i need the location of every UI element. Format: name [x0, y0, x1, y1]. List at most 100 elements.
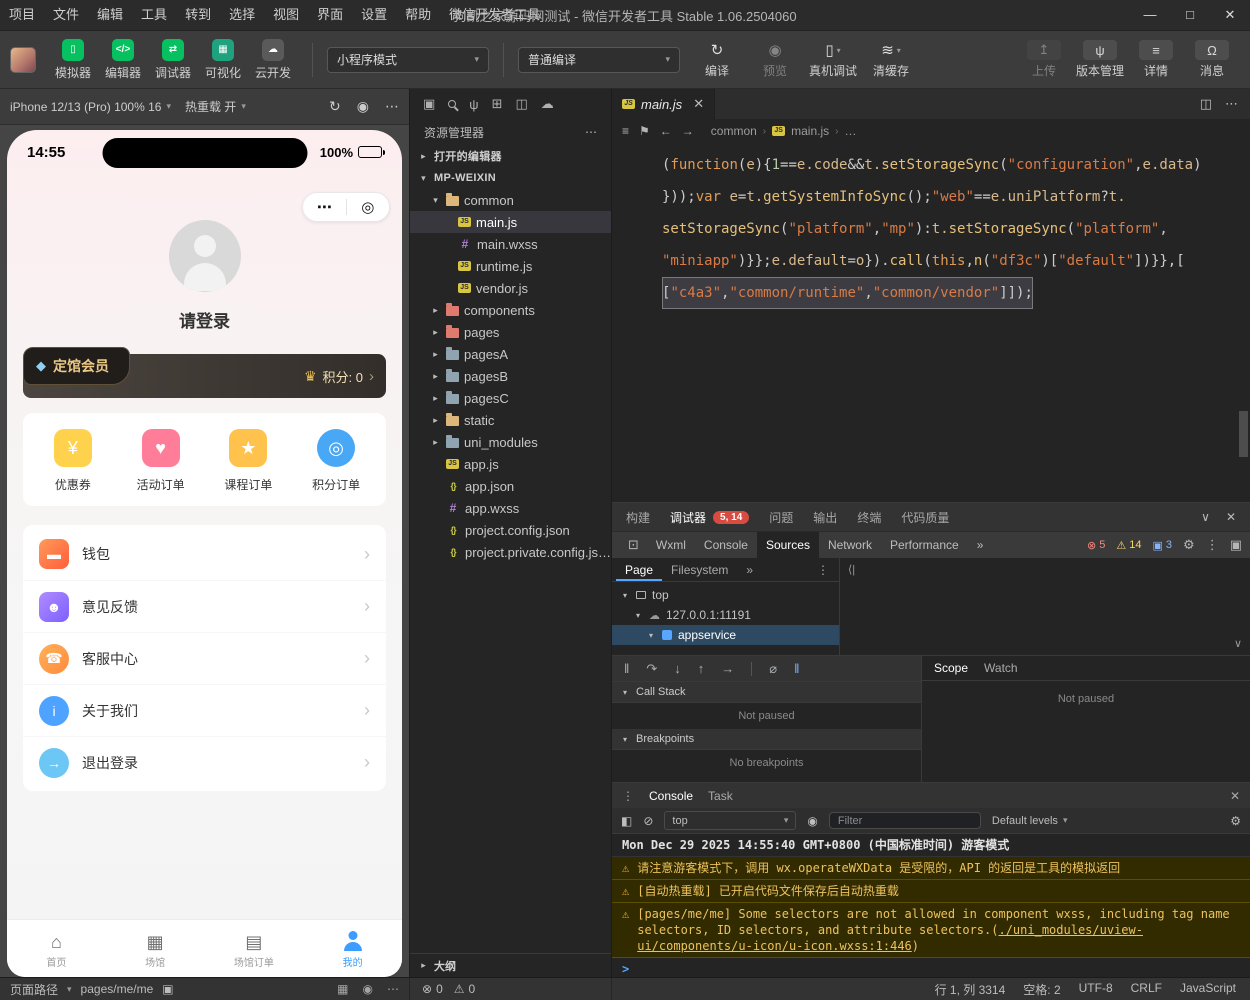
menu-item-界面[interactable]: 界面	[308, 0, 352, 30]
status-item[interactable]: CRLF	[1131, 981, 1162, 998]
problems-status[interactable]: ⊗ 0 ⚠ 0	[410, 978, 612, 1000]
extensions-icon[interactable]: ⊞	[492, 96, 503, 112]
file-app.json[interactable]: {}app.json	[410, 475, 611, 497]
step-into-icon[interactable]: ↓	[674, 661, 681, 676]
capsule-more-button[interactable]: ⋯	[303, 198, 346, 216]
menu-item-about-us[interactable]: i关于我们›	[23, 684, 386, 736]
source-control-icon[interactable]: ψ	[469, 97, 478, 112]
tab-item-venue-orders[interactable]: ▤场馆订单	[205, 929, 304, 969]
console-sidebar-icon[interactable]: ◧	[621, 814, 632, 828]
module-cloud-dev[interactable]: ☁云开发	[248, 39, 298, 81]
page-path-label[interactable]: 页面路径	[10, 981, 58, 998]
navigator-tab-Filesystem[interactable]: Filesystem	[662, 558, 737, 581]
console-prompt[interactable]: >	[612, 958, 1250, 977]
console-filter-input[interactable]	[829, 812, 981, 829]
clear-console-icon[interactable]: ⊘	[643, 814, 653, 828]
folder-common[interactable]: ▾common	[410, 189, 611, 211]
grid-item-course-orders[interactable]: ★课程订单	[205, 429, 293, 493]
eye-icon[interactable]: ◉	[363, 982, 373, 996]
copy-icon[interactable]: ▣	[162, 982, 173, 996]
files-icon[interactable]: ▣	[423, 96, 435, 112]
points-display[interactable]: ♛ 积分: 0 ›	[304, 367, 374, 386]
menu-item-选择[interactable]: 选择	[220, 0, 264, 30]
tab-item-mine[interactable]: 我的	[303, 929, 402, 969]
code-editor[interactable]: (function(e){1==e.code&&t.setStorageSync…	[612, 143, 1250, 502]
frame-top[interactable]: ▾top	[612, 585, 839, 605]
section-MP-WEIXIN[interactable]: ▾MP-WEIXIN	[410, 167, 611, 189]
login-prompt[interactable]: 请登录	[179, 307, 230, 332]
settings-icon[interactable]: ⚙	[1183, 537, 1195, 553]
panel-tab-代码质量[interactable]: 代码质量	[901, 509, 949, 526]
panel-tab-构建[interactable]: 构建	[626, 509, 650, 526]
status-item[interactable]: 行 1, 列 3314	[935, 981, 1006, 998]
call-stack-header[interactable]: ▾ Call Stack	[612, 682, 921, 703]
menu-item-设置[interactable]: 设置	[352, 0, 396, 30]
menu-item-工具[interactable]: 工具	[132, 0, 176, 30]
module-debug[interactable]: ⇄调试器	[148, 39, 198, 81]
err-count-badge[interactable]: ⊗5	[1087, 539, 1105, 552]
console-settings-icon[interactable]: ⚙	[1230, 814, 1241, 828]
frame-127.0.0.1:11191[interactable]: ▾☁127.0.0.1:11191	[612, 605, 839, 625]
more-icon[interactable]: ⋯	[387, 982, 399, 996]
forward-icon[interactable]: →	[682, 124, 694, 138]
compile-button[interactable]: ↻编译	[688, 40, 746, 79]
frame-appservice[interactable]: ▾appservice	[612, 625, 839, 645]
folder-uni_modules[interactable]: ▸uni_modules	[410, 431, 611, 453]
section-打开的编辑器[interactable]: ▸打开的编辑器	[410, 145, 611, 167]
menu-item-视图[interactable]: 视图	[264, 0, 308, 30]
back-icon[interactable]: ←	[660, 124, 672, 138]
split-icon[interactable]: ◫	[515, 96, 527, 112]
menu-item-wallet[interactable]: ▬钱包›	[23, 528, 386, 580]
more-icon[interactable]: ⋯	[385, 98, 399, 115]
panel-icon[interactable]: ▦	[337, 982, 348, 996]
more-icon[interactable]: ⋮	[1206, 537, 1219, 553]
folder-pagesB[interactable]: ▸pagesB	[410, 365, 611, 387]
close-console-icon[interactable]: ✕	[1230, 789, 1240, 803]
minimize-button[interactable]: —	[1130, 0, 1170, 30]
menu-item-feedback[interactable]: ☻意见反馈›	[23, 580, 386, 632]
user-avatar[interactable]	[10, 47, 36, 73]
more-icon[interactable]: ⋯	[585, 125, 597, 139]
frame-context-dropdown[interactable]: top ▾	[664, 811, 796, 830]
devtools-tab-Sources[interactable]: Sources	[757, 532, 819, 558]
file-project.private.config.js…[interactable]: {}project.private.config.js…	[410, 541, 611, 563]
file-runtime.js[interactable]: JSruntime.js	[410, 255, 611, 277]
menu-item-support-center[interactable]: ☎客服中心›	[23, 632, 386, 684]
info-count-badge[interactable]: ▣3	[1153, 539, 1173, 552]
navigator-tab-»[interactable]: »	[737, 558, 762, 581]
file-vendor.js[interactable]: JSvendor.js	[410, 277, 611, 299]
devtools-tab-Network[interactable]: Network	[819, 532, 881, 558]
panel-tab-终端[interactable]: 终端	[857, 509, 881, 526]
version-control-button[interactable]: ψ版本管理	[1072, 40, 1128, 79]
close-button[interactable]: ✕	[1210, 0, 1250, 30]
breadcrumb-segment[interactable]: main.js	[791, 124, 829, 138]
outline-section[interactable]: ▸ 大纲	[410, 953, 611, 977]
menu-item-转到[interactable]: 转到	[176, 0, 220, 30]
status-item[interactable]: 空格: 2	[1023, 981, 1060, 998]
details-button[interactable]: ≡详情	[1128, 40, 1184, 79]
hot-reload-dropdown[interactable]: 热重载 开 ▾	[185, 98, 246, 115]
breadcrumb-segment[interactable]: common	[711, 124, 757, 138]
messages-button[interactable]: Ω消息	[1184, 40, 1240, 79]
menu-item-帮助[interactable]: 帮助	[396, 0, 440, 30]
folder-pagesC[interactable]: ▸pagesC	[410, 387, 611, 409]
module-editor[interactable]: </>编辑器	[98, 39, 148, 81]
close-tab-icon[interactable]: ✕	[693, 96, 704, 112]
file-project.config.json[interactable]: {}project.config.json	[410, 519, 611, 541]
clear-cache-button[interactable]: ≋▾清缓存	[862, 40, 920, 79]
navigator-tab-Page[interactable]: Page	[616, 558, 662, 581]
menu-item-项目[interactable]: 项目	[0, 0, 44, 30]
status-item[interactable]: JavaScript	[1180, 981, 1236, 998]
dock-icon[interactable]: ▣	[1230, 537, 1242, 553]
more-icon[interactable]: ⋯	[1225, 96, 1238, 112]
step-over-icon[interactable]: ↷	[646, 661, 657, 677]
inspect-element-icon[interactable]: ⊡	[620, 532, 647, 558]
login-section[interactable]: 请登录	[7, 220, 402, 332]
breakpoints-header[interactable]: ▾ Breakpoints	[612, 729, 921, 750]
folder-components[interactable]: ▸components	[410, 299, 611, 321]
user-avatar-placeholder[interactable]	[169, 220, 241, 292]
maximize-button[interactable]: □	[1170, 0, 1210, 30]
file-app.js[interactable]: JSapp.js	[410, 453, 611, 475]
preview-button[interactable]: ◉预览	[746, 40, 804, 79]
panel-tab-输出[interactable]: 输出	[813, 509, 837, 526]
